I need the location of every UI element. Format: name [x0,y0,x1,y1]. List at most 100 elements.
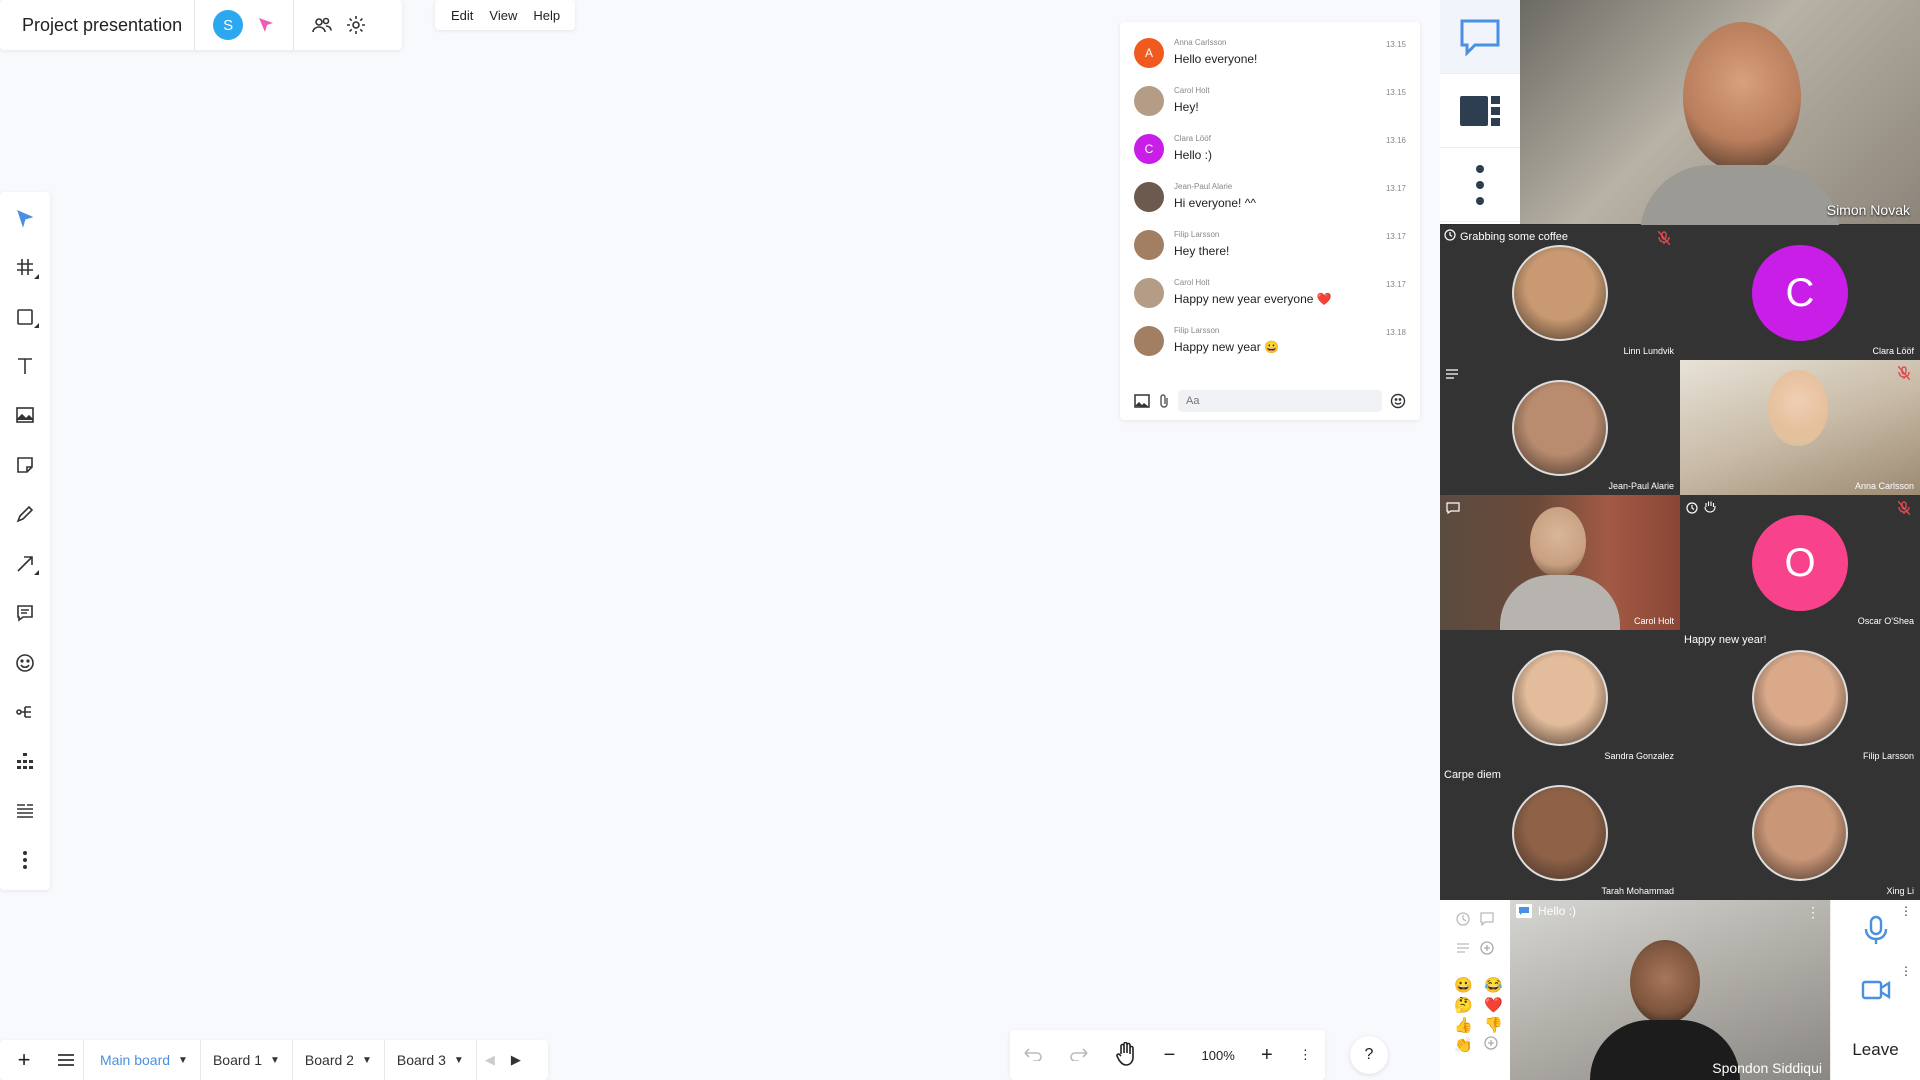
participant-tile[interactable]: Happy new year! Filip Larsson [1680,630,1920,765]
zoom-out-icon[interactable]: − [1164,1044,1176,1067]
participant-tile[interactable]: Xing Li [1680,765,1920,900]
reaction-emoji[interactable]: 👏 [1454,1036,1478,1054]
menu-bar: Edit View Help [435,0,575,30]
zoom-level[interactable]: 100% [1202,1048,1235,1063]
cursor-icon[interactable] [257,16,275,34]
camera-button[interactable]: ⋮ [1831,960,1920,1020]
help-button[interactable]: ? [1350,1036,1388,1074]
list-tool[interactable] [5,791,45,830]
chat-message: C Clara Lööf Hello :) 13.16 [1134,128,1406,176]
participant-status-text: Carpe diem [1444,769,1501,781]
list-icon[interactable] [48,1040,84,1080]
message-text: Happy new year everyone ❤️ [1174,292,1332,306]
zoom-in-icon[interactable]: + [1261,1044,1273,1067]
message-author: Jean-Paul Alarie [1174,182,1233,191]
participant-tile[interactable]: Grabbing some coffee Linn Lundvik [1440,225,1680,360]
reaction-emoji[interactable]: 👍 [1454,1016,1478,1034]
hand-icon[interactable] [1115,1041,1137,1069]
grid-tool[interactable] [5,247,45,286]
arrow-tool[interactable] [5,544,45,583]
users-icon[interactable] [312,15,332,35]
select-tool[interactable] [5,198,45,237]
menu-help[interactable]: Help [533,8,560,23]
chevron-left-icon[interactable]: ◀ [477,1040,503,1080]
participant-tile[interactable]: Sandra Gonzalez [1440,630,1680,765]
menu-view[interactable]: View [489,8,517,23]
chat-bubble-icon [1516,904,1532,918]
kebab-icon[interactable]: ⋮ [1900,964,1912,978]
layout-toggle-button[interactable] [1440,74,1520,148]
participant-face [1768,370,1828,446]
left-toolbar [0,192,50,890]
gear-icon[interactable] [346,15,366,35]
note-icon[interactable] [1456,941,1470,960]
shape-tool[interactable] [5,297,45,336]
attachment-icon[interactable] [1158,393,1170,409]
mindmap-tool[interactable] [5,692,45,731]
participant-tile[interactable]: Anna Carlsson [1680,360,1920,495]
clock-icon [1444,229,1456,244]
emoji-icon[interactable] [1390,393,1406,409]
participant-tile[interactable]: Jean-Paul Alarie [1440,360,1680,495]
chat-toggle-button[interactable] [1440,0,1520,74]
participant-face [1512,245,1608,341]
pen-tool[interactable] [5,495,45,534]
redo-icon[interactable] [1069,1047,1089,1064]
kebab-icon[interactable]: ⋮ [1900,904,1912,918]
image-tool[interactable] [5,396,45,435]
participant-tile[interactable]: C Clara Lööf [1680,225,1920,360]
reaction-emoji[interactable]: 😂 [1484,976,1508,994]
clock-icon[interactable] [1456,912,1470,931]
chat-input[interactable] [1178,390,1382,412]
text-tool[interactable] [5,346,45,385]
participant-tile[interactable]: O Oscar O'Shea [1680,495,1920,630]
board-tab[interactable]: Board 2 ▼ [293,1040,385,1080]
self-video[interactable]: Hello :) ⋮ Spondon Siddiqui [1510,900,1830,1080]
chevron-down-icon[interactable]: ▼ [178,1055,188,1066]
comment-tool[interactable] [5,593,45,632]
reaction-emoji[interactable]: 🤔 [1454,996,1478,1014]
participant-face [1752,650,1848,746]
add-reaction-icon[interactable] [1484,1036,1508,1054]
board-tab[interactable]: Board 1 ▼ [201,1040,293,1080]
participant-tile[interactable]: Carol Holt [1440,495,1680,630]
participant-name: Filip Larsson [1862,751,1914,761]
undo-icon[interactable] [1023,1047,1043,1064]
emoji-tool[interactable] [5,643,45,682]
leave-button[interactable]: Leave [1831,1020,1920,1080]
reaction-emoji[interactable]: 👎 [1484,1016,1508,1034]
self-status: Hello :) [1516,904,1576,918]
more-options-icon[interactable] [1440,148,1520,222]
chevron-down-icon[interactable]: ▼ [454,1055,464,1066]
sticky-note-tool[interactable] [5,445,45,484]
participant-face [1530,507,1586,577]
chevron-down-icon[interactable]: ▼ [270,1055,280,1066]
reaction-emoji[interactable]: ❤️ [1484,996,1508,1014]
add-board-icon[interactable]: + [0,1040,48,1080]
zoom-bar: − 100% + ⋮ [1010,1030,1325,1080]
chat-panel: A Anna Carlsson Hello everyone! 13.15 Carol … [1120,22,1420,420]
participant-tile[interactable]: Carpe diem Tarah Mohammad [1440,765,1680,900]
board-bar: + Main board ▼ Board 1 ▼ Board 2 ▼ Board 3 ▼ ◀ … [0,1040,548,1080]
page-title[interactable]: Project presentation [0,0,196,50]
add-icon[interactable] [1480,941,1494,960]
chat-bubble-icon[interactable] [1480,912,1494,931]
chevron-down-icon[interactable]: ▼ [362,1055,372,1066]
kebab-icon[interactable]: ⋮ [1299,1047,1312,1063]
kebab-icon[interactable]: ⋮ [1806,904,1820,921]
chevron-right-icon[interactable]: ▶ [503,1040,529,1080]
board-tabs: Main board ▼ Board 1 ▼ Board 2 ▼ Board 3 ▼ [88,1040,477,1080]
org-chart-tool[interactable] [5,742,45,781]
more-icon[interactable] [5,840,45,879]
reaction-emoji[interactable]: 😀 [1454,976,1478,994]
board-tab[interactable]: Board 3 ▼ [385,1040,477,1080]
chat-message: Filip Larsson Hey there! 13.17 [1134,224,1406,272]
message-author: Carol Holt [1174,86,1210,95]
image-icon[interactable] [1134,393,1150,409]
main-speaker-video[interactable]: Simon Novak [1520,0,1920,235]
menu-edit[interactable]: Edit [451,8,473,23]
avatar[interactable]: S [213,10,244,40]
chat-input-row [1134,390,1406,412]
mic-button[interactable]: ⋮ [1831,900,1920,960]
board-tab[interactable]: Main board ▼ [88,1040,201,1080]
